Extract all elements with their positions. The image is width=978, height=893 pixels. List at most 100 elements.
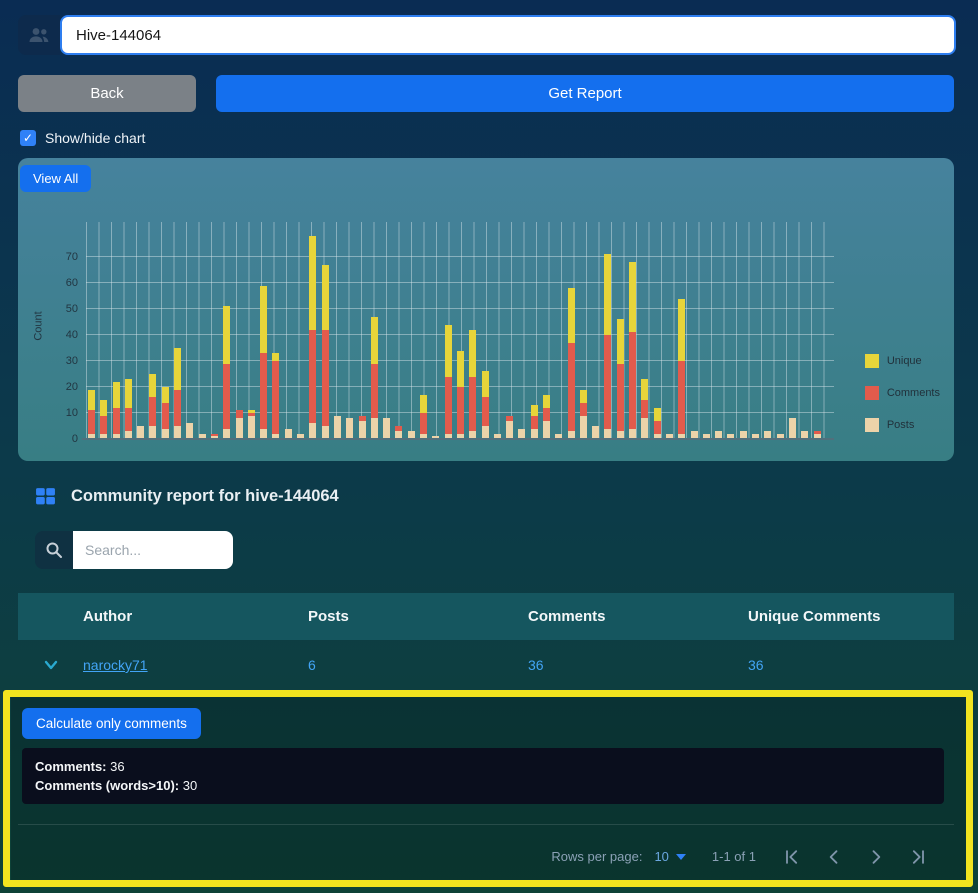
table-row: narocky71 6 36 36 [18,640,954,690]
col-author: Author [83,608,133,625]
table-icon [35,486,56,507]
bar [223,306,231,439]
chart-legend: Unique Comments Posts [864,354,940,432]
bar [124,379,132,439]
y-tick-label: 40 [65,329,78,341]
bar [333,415,341,439]
bar [100,400,108,439]
bar [346,418,354,439]
legend-item-unique: Unique [864,354,940,368]
bar [678,298,686,439]
community-icon [18,15,60,55]
col-posts: Posts [308,608,349,625]
bar [247,410,255,439]
bar [604,254,612,439]
bar [530,405,538,439]
table-footer: Rows per page: 10 1-1 of 1 [18,824,954,888]
bar [149,374,157,439]
y-tick-label: 50 [65,303,78,315]
bar [161,387,169,439]
bar [653,407,661,439]
next-page-button[interactable] [866,847,886,867]
legend-label: Comments [886,387,940,399]
calculate-only-comments-button[interactable]: Calculate only comments [22,708,201,739]
report-title: Community report for hive-144064 [71,487,339,505]
chart-bars [88,236,834,439]
bar [788,418,796,439]
bar [456,350,464,439]
legend-item-comments: Comments [864,386,940,400]
view-all-button[interactable]: View All [20,165,92,192]
cell-unique-comments: 36 [748,657,764,673]
cell-comments: 36 [528,657,544,673]
y-axis-label: Count [32,310,45,341]
bar [444,324,452,439]
bar [383,418,391,439]
back-button[interactable]: Back [18,75,196,112]
bar [641,379,649,439]
comments-count-line: Comments: 36 [35,757,931,776]
last-page-button[interactable] [908,847,928,867]
bar [629,262,637,439]
cell-posts: 6 [308,657,316,673]
col-comments: Comments [528,608,606,625]
previous-page-button[interactable] [824,847,844,867]
app: { "topbar": { "hive_input_value": "Hive-… [0,0,978,893]
comments-info-box: Comments: 36 Comments (words>10): 30 [22,748,944,804]
row-expander[interactable] [18,656,83,674]
table-header-row: Author Posts Comments Unique Comments [18,593,954,640]
bar [567,288,575,439]
col-unique-comments: Unique Comments [748,608,881,625]
bar [370,316,378,439]
chevron-down-icon [44,660,57,670]
bar [88,389,95,439]
rows-per-page-value: 10 [654,849,669,864]
bar [112,381,120,439]
bar [272,353,280,439]
bar [260,285,268,439]
rows-per-page-label: Rows per page: [551,849,643,864]
bar [616,319,624,439]
show-hide-chart-toggle[interactable]: ✓ Show/hide chart [20,130,145,146]
bar [186,423,194,439]
get-report-button[interactable]: Get Report [216,75,954,112]
rows-per-page-select[interactable]: 10 [654,849,686,864]
hive-input-bar [18,15,956,55]
bar [469,329,477,439]
bar [506,415,514,439]
y-tick-label: 0 [71,433,78,445]
chart-toggle-label: Show/hide chart [45,130,146,146]
chart-plot: Count 0 10 20 30 40 50 60 70 [33,222,834,445]
report-header: Community report for hive-144064 [35,486,339,507]
pager [782,847,928,867]
bar [321,264,329,439]
legend-swatch [864,418,879,432]
legend-swatch [864,386,879,400]
comments-count-value: 36 [110,759,125,774]
bar [481,371,489,439]
comments-words-value: 30 [182,778,198,793]
legend-label: Unique [886,355,922,367]
comments-words-line: Comments (words>10): 30 [35,776,931,795]
pagination-range: 1-1 of 1 [711,849,756,864]
checkbox-checked-icon[interactable]: ✓ [20,130,36,146]
y-tick-label: 60 [65,277,78,289]
caret-down-icon [675,853,686,860]
first-page-button[interactable] [782,847,802,867]
search-input[interactable] [73,531,233,569]
legend-swatch [864,354,879,368]
y-tick-label: 70 [65,251,78,263]
bar [420,394,428,439]
legend-item-posts: Posts [864,418,940,432]
author-link[interactable]: narocky71 [83,657,148,673]
bar [174,348,182,439]
comments-words-label: Comments (words>10): [35,778,180,793]
comments-count-label: Comments: [35,759,107,774]
bar [579,389,587,439]
bar [358,415,366,439]
x-axis-line [82,438,834,440]
bar [542,394,550,439]
y-tick-label: 20 [65,381,78,393]
hive-name-input[interactable] [60,15,956,55]
search-icon [35,531,73,569]
